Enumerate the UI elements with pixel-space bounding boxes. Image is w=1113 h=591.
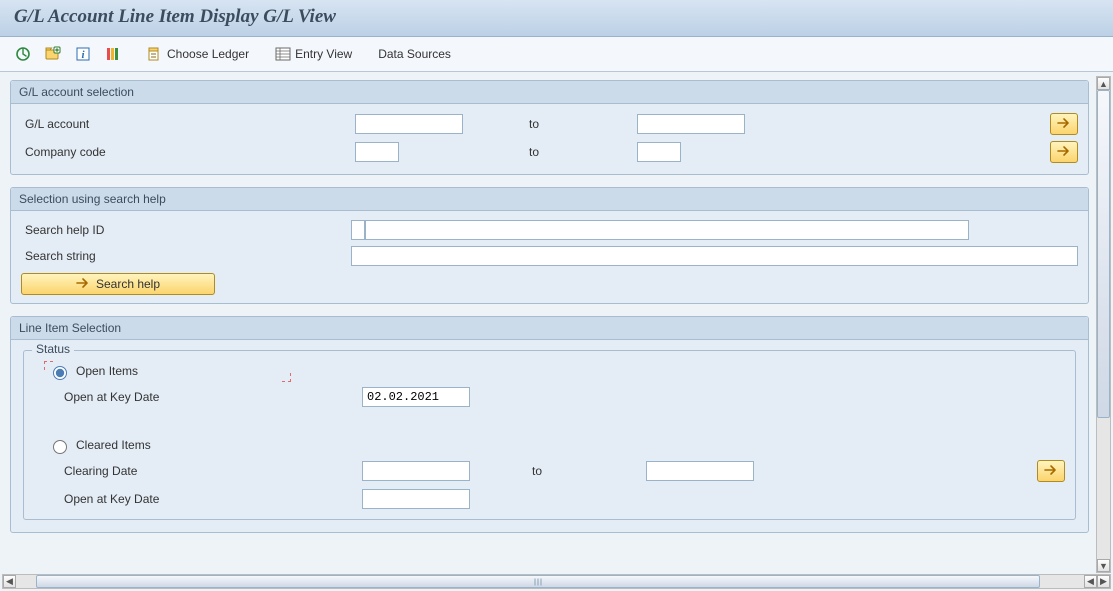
open-key-date-input[interactable] [362, 387, 470, 407]
vscroll-thumb[interactable] [1097, 90, 1110, 418]
group-line-item-selection: Line Item Selection Status Open Items Op… [10, 316, 1089, 533]
app-window: G/L Account Line Item Display G/L View i [0, 0, 1113, 591]
arrow-right-icon [1057, 117, 1071, 132]
open-items-radio-row[interactable]: Open Items [34, 359, 1065, 383]
group-search-help: Selection using search help Search help … [10, 187, 1089, 304]
folder-plus-icon [45, 46, 61, 62]
gl-account-from-input[interactable] [355, 114, 463, 134]
company-code-to-input[interactable] [637, 142, 681, 162]
search-string-label: Search string [21, 249, 351, 263]
search-help-id-label: Search help ID [21, 223, 351, 237]
arrow-right-icon [1044, 464, 1058, 479]
vscroll-track[interactable] [1097, 90, 1110, 559]
data-sources-button[interactable]: Data Sources [373, 44, 456, 64]
cleared-open-key-date-input[interactable] [362, 489, 470, 509]
clearing-date-from-input[interactable] [362, 461, 470, 481]
cleared-items-radio-row[interactable]: Cleared Items [34, 433, 1065, 457]
hscroll-thumb[interactable] [36, 575, 1040, 588]
company-code-multi-button[interactable] [1050, 141, 1078, 163]
title-bar: G/L Account Line Item Display G/L View [0, 0, 1113, 37]
clearing-date-multi-button[interactable] [1037, 460, 1065, 482]
choose-ledger-label: Choose Ledger [167, 47, 249, 61]
ledger-icon [147, 46, 163, 62]
entry-view-icon [275, 46, 291, 62]
clearing-date-to-label: to [532, 464, 642, 478]
company-code-from-input[interactable] [355, 142, 399, 162]
company-code-label: Company code [21, 145, 351, 159]
dynamic-selections-button[interactable] [100, 43, 126, 65]
search-string-input[interactable] [351, 246, 1078, 266]
open-items-label: Open Items [76, 364, 138, 378]
execute-icon [15, 46, 31, 62]
group-line-item-selection-title: Line Item Selection [11, 317, 1088, 340]
content-area: G/L account selection G/L account to [0, 72, 1113, 591]
group-gl-selection: G/L account selection G/L account to [10, 80, 1089, 175]
open-items-radio[interactable] [53, 366, 67, 380]
content-inner: G/L account selection G/L account to [4, 76, 1095, 573]
toolbar: i Choose Ledger Entry View Data Sources [0, 37, 1113, 72]
cleared-items-label: Cleared Items [76, 438, 151, 452]
horizontal-scrollbar[interactable]: ◀ ◀ ▶ [2, 574, 1111, 589]
search-help-icon [76, 277, 90, 292]
group-status: Status Open Items Open at Key Date [23, 350, 1076, 520]
gl-account-label: G/L account [21, 117, 351, 131]
info-icon: i [75, 46, 91, 62]
data-sources-label: Data Sources [378, 47, 451, 61]
clearing-date-to-input[interactable] [646, 461, 754, 481]
gl-account-multi-button[interactable] [1050, 113, 1078, 135]
clearing-date-label: Clearing Date [50, 464, 358, 478]
group-status-title: Status [32, 342, 74, 356]
vertical-scrollbar[interactable]: ▲ ▼ [1096, 76, 1111, 573]
get-variant-button[interactable] [40, 43, 66, 65]
entry-view-label: Entry View [295, 47, 352, 61]
info-button[interactable]: i [70, 43, 96, 65]
gl-account-to-label: to [523, 117, 633, 131]
execute-button[interactable] [10, 43, 36, 65]
gl-account-to-input[interactable] [637, 114, 745, 134]
group-gl-selection-title: G/L account selection [11, 81, 1088, 104]
cleared-open-key-date-label: Open at Key Date [50, 492, 358, 506]
scroll-right-button[interactable]: ◀ [1084, 575, 1097, 588]
cleared-items-radio[interactable] [53, 440, 67, 454]
search-help-id-key-input[interactable] [351, 220, 365, 240]
scroll-up-button[interactable]: ▲ [1097, 77, 1110, 90]
company-code-to-label: to [523, 145, 633, 159]
hscroll-track[interactable] [17, 575, 1083, 588]
search-help-id-desc-input[interactable] [365, 220, 969, 240]
entry-view-button[interactable]: Entry View [270, 43, 357, 65]
search-help-button-label: Search help [96, 277, 160, 291]
page-title: G/L Account Line Item Display G/L View [14, 6, 1099, 28]
group-search-help-title: Selection using search help [11, 188, 1088, 211]
scroll-right-end-button[interactable]: ▶ [1097, 575, 1110, 588]
scroll-left-button[interactable]: ◀ [3, 575, 16, 588]
search-help-button[interactable]: Search help [21, 273, 215, 295]
choose-ledger-button[interactable]: Choose Ledger [142, 43, 254, 65]
arrow-right-icon [1057, 145, 1071, 160]
list-color-icon [105, 46, 121, 62]
scroll-down-button[interactable]: ▼ [1097, 559, 1110, 572]
open-key-date-label: Open at Key Date [50, 390, 358, 404]
